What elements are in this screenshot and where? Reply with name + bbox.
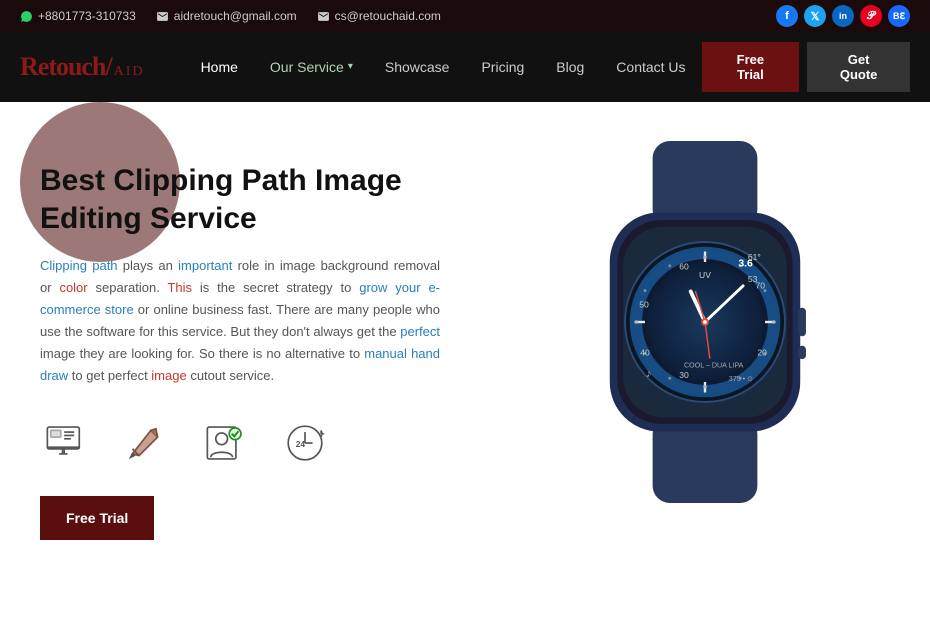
nav-item-home[interactable]: Home	[185, 32, 254, 102]
logo-text: Retouch/AID	[20, 52, 145, 82]
free-trial-button[interactable]: Free Trial	[702, 42, 800, 92]
email2-item: cs@retouchaid.com	[317, 9, 441, 23]
svg-text:40: 40	[640, 347, 650, 357]
hero-free-trial-button[interactable]: Free Trial	[40, 496, 154, 540]
navbar: Retouch/AID Home Our Service Showcase Pr…	[0, 32, 930, 102]
hero-section: Best Clipping Path Image Editing Service…	[0, 102, 930, 620]
nav-item-contact-us[interactable]: Contact Us	[600, 32, 701, 102]
nav-link-pricing[interactable]: Pricing	[465, 32, 540, 102]
watch-illustration: UV 70 60 50 20 40 30 3.6 53 61°	[535, 122, 875, 522]
nav-item-pricing[interactable]: Pricing	[465, 32, 540, 102]
nav-links: Home Our Service Showcase Pricing Blog C…	[185, 32, 702, 102]
nav-link-home[interactable]: Home	[185, 32, 254, 102]
hero-body: Clipping path plays an important role in…	[40, 255, 440, 388]
social-icons: f 𝕏 in 𝒫 Bℇ	[776, 5, 910, 27]
svg-text:60: 60	[679, 262, 689, 272]
svg-text:375 • ⊙: 375 • ⊙	[729, 375, 753, 383]
feature-icons: 24	[40, 418, 440, 468]
nav-buttons: Free Trial Get Quote	[702, 42, 910, 92]
svg-text:20: 20	[757, 347, 767, 357]
hero-title: Best Clipping Path Image Editing Service	[40, 162, 440, 237]
nav-link-showcase[interactable]: Showcase	[369, 32, 466, 102]
nav-item-our-service[interactable]: Our Service	[254, 32, 369, 102]
person-check-icon	[200, 418, 250, 468]
logo: Retouch/AID	[20, 52, 145, 82]
behance-icon[interactable]: Bℇ	[888, 5, 910, 27]
monitor-icon	[40, 418, 90, 468]
top-bar: +8801773-310733 aidretouch@gmail.com cs@…	[0, 0, 930, 32]
email2: cs@retouchaid.com	[335, 9, 441, 23]
nav-link-blog[interactable]: Blog	[540, 32, 600, 102]
svg-text:COOL – DUA LIPA: COOL – DUA LIPA	[684, 362, 744, 370]
svg-text:53: 53	[748, 274, 758, 284]
clock-24-icon: 24	[280, 418, 330, 468]
nav-link-contact-us[interactable]: Contact Us	[600, 32, 701, 102]
email1-item: aidretouch@gmail.com	[156, 9, 297, 23]
svg-text:UV: UV	[699, 270, 711, 280]
svg-text:50: 50	[639, 300, 649, 310]
hero-image: UV 70 60 50 20 40 30 3.6 53 61°	[480, 102, 930, 522]
pen-icon	[120, 418, 170, 468]
nav-link-our-service[interactable]: Our Service	[254, 32, 369, 102]
pinterest-icon[interactable]: 𝒫	[860, 5, 882, 27]
top-bar-contacts: +8801773-310733 aidretouch@gmail.com cs@…	[20, 9, 752, 23]
nav-item-blog[interactable]: Blog	[540, 32, 600, 102]
get-quote-button[interactable]: Get Quote	[807, 42, 910, 92]
svg-text:61°: 61°	[748, 252, 761, 262]
svg-text:24: 24	[296, 439, 306, 449]
nav-item-showcase[interactable]: Showcase	[369, 32, 466, 102]
hero-content: Best Clipping Path Image Editing Service…	[0, 102, 480, 580]
phone-number: +8801773-310733	[38, 9, 136, 23]
linkedin-icon[interactable]: in	[832, 5, 854, 27]
phone-item: +8801773-310733	[20, 9, 136, 23]
email1: aidretouch@gmail.com	[174, 9, 297, 23]
svg-text:♪: ♪	[646, 368, 652, 380]
svg-text:30: 30	[679, 370, 689, 380]
twitter-icon[interactable]: 𝕏	[804, 5, 826, 27]
facebook-icon[interactable]: f	[776, 5, 798, 27]
